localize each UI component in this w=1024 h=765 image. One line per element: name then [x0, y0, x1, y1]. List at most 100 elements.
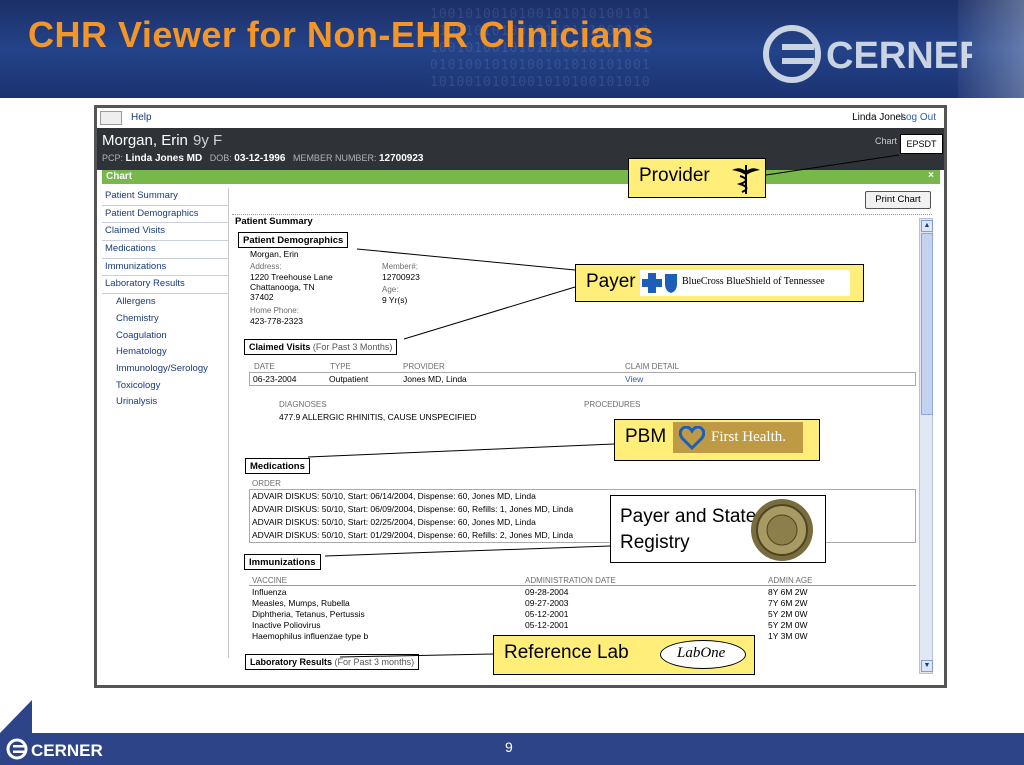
cerner-footer-logo: CERNER	[6, 738, 103, 760]
nav-claimed-visits[interactable]: Claimed Visits	[102, 223, 228, 242]
current-user: Linda Jones	[852, 112, 906, 123]
chart-navigation: Patient Summary Patient Demographics Cla…	[102, 188, 229, 658]
nav-chemistry[interactable]: Chemistry	[102, 311, 228, 328]
divider	[232, 214, 932, 215]
age-value: 9 Yr(s)	[382, 295, 408, 305]
reference-lab-callout-label: Reference Lab	[504, 642, 629, 663]
logout-link[interactable]: Log Out	[900, 112, 936, 123]
medication-row: ADVAIR DISKUS: 50/10, Start: 06/14/2004,…	[252, 491, 536, 501]
window-icon[interactable]	[100, 111, 122, 125]
member-label: Member#:	[382, 262, 419, 271]
visit-view-link[interactable]: View	[625, 374, 643, 384]
nav-urinalysis[interactable]: Urinalysis	[102, 394, 228, 411]
state-registry-callout-label: Payer and State Registry	[620, 506, 757, 553]
caduceus-icon	[732, 165, 760, 194]
member-value: 12700923	[382, 272, 420, 282]
diagnosis-value: 477.9 ALLERGIC RHINITIS, CAUSE UNSPECIFI…	[279, 412, 477, 422]
nav-immunology-serology[interactable]: Immunology/Serology	[102, 361, 228, 378]
header-photo-figure	[958, 0, 1024, 98]
nav-immunizations[interactable]: Immunizations	[102, 259, 228, 277]
member-number-value: 12700923	[378, 153, 424, 164]
scroll-up-icon[interactable]: ▲	[921, 220, 933, 232]
chr-viewer-window: Help Linda Jones Log Out Morgan, Erin 9y…	[94, 105, 947, 688]
chart-button[interactable]: Chart	[875, 136, 897, 146]
lab-results-title: Laboratory Results	[250, 657, 333, 667]
visit-provider: Jones MD, Linda	[403, 374, 467, 384]
slide-footer: CERNER 9	[0, 733, 1024, 765]
vaccine-name: Influenza	[252, 587, 287, 597]
nav-hematology[interactable]: Hematology	[102, 344, 228, 361]
heart-icon	[679, 426, 705, 450]
payer-callout: Payer BlueCross BlueShield of Tennessee	[575, 264, 864, 302]
state-registry-callout: Payer and State Registry	[610, 495, 826, 563]
vaccine-date: 05-12-2001	[525, 620, 569, 630]
vaccine-date: 09-28-2004	[525, 587, 569, 597]
bcbs-logo-text: BlueCross BlueShield of Tennessee	[682, 276, 825, 287]
nav-toxicology[interactable]: Toxicology	[102, 378, 228, 395]
payer-callout-label: Payer	[586, 271, 636, 292]
demographics-heading: Patient Demographics	[238, 232, 349, 248]
age-label: Age:	[382, 285, 399, 294]
first-health-logo-text: First Health.	[711, 429, 786, 445]
divider	[249, 585, 916, 586]
medication-row: ADVAIR DISKUS: 50/10, Start: 01/29/2004,…	[252, 530, 574, 540]
vaccine-date: 05-12-2001	[525, 609, 569, 619]
summary-title: Patient Summary	[235, 216, 313, 227]
pbm-callout-label: PBM	[625, 426, 667, 447]
lab-results-note: (For Past 3 months)	[334, 657, 415, 667]
provider-callout-label: Provider	[639, 165, 710, 186]
medications-heading: Medications	[245, 458, 310, 474]
vaccine-age: 1Y 3M 0W	[768, 631, 808, 641]
page-number: 9	[505, 739, 513, 755]
slide-header: 1001010010100101010100101 01001010100101…	[0, 0, 1024, 98]
bcbs-logo: BlueCross BlueShield of Tennessee	[640, 270, 850, 296]
col-vaccine: VACCINE	[252, 576, 287, 585]
chart-content: Print Chart Patient Summary Patient Demo…	[232, 188, 932, 678]
medication-row: ADVAIR DISKUS: 50/10, Start: 02/25/2004,…	[252, 517, 536, 527]
patient-banner: Morgan, Erin 9y F PCP: Linda Jones MD DO…	[97, 128, 944, 170]
address-label: Address:	[250, 262, 282, 271]
footer-wedge	[0, 700, 32, 733]
vaccine-date: 09-27-2003	[525, 598, 569, 608]
vaccine-name: Inactive Poliovirus	[252, 620, 321, 630]
nav-laboratory-results[interactable]: Laboratory Results	[102, 276, 228, 295]
nav-patient-summary[interactable]: Patient Summary	[102, 188, 228, 206]
print-chart-button[interactable]: Print Chart	[865, 191, 931, 209]
pbm-callout: PBM First Health.	[614, 419, 820, 461]
col-provider: PROVIDER	[403, 362, 445, 371]
vaccine-name: Diphtheria, Tetanus, Pertussis	[252, 609, 365, 619]
nav-coagulation[interactable]: Coagulation	[102, 328, 228, 345]
demo-name: Morgan, Erin	[250, 249, 299, 259]
help-link[interactable]: Help	[131, 112, 152, 123]
col-claim-detail: CLAIM DETAIL	[625, 362, 680, 371]
nav-patient-demographics[interactable]: Patient Demographics	[102, 206, 228, 224]
labone-logo-text: LabOne	[677, 645, 726, 661]
nav-medications[interactable]: Medications	[102, 241, 228, 259]
reference-lab-callout: Reference Lab LabOne	[493, 635, 755, 675]
claimed-visits-heading: Claimed Visits (For Past 3 Months)	[244, 339, 398, 355]
patient-details-line: PCP: Linda Jones MD DOB: 03-12-1996 MEMB…	[102, 153, 423, 164]
medication-row: ADVAIR DISKUS: 50/10, Start: 06/09/2004,…	[252, 504, 574, 514]
close-icon[interactable]: ×	[928, 170, 934, 181]
address-line-2: Chattanooga, TN	[250, 282, 315, 292]
epsdt-button[interactable]: EPSDT	[900, 134, 943, 154]
visit-type: Outpatient	[329, 374, 369, 384]
labone-logo: LabOne	[660, 640, 746, 669]
procedures-label: PROCEDURES	[584, 400, 641, 409]
slide-title: CHR Viewer for Non-EHR Clinicians	[28, 14, 654, 55]
state-seal-icon	[751, 499, 813, 561]
col-administration-date: ADMINISTRATION DATE	[525, 576, 616, 585]
chart-tab-label: Chart	[106, 171, 133, 182]
first-health-logo: First Health.	[673, 422, 803, 453]
claimed-visits-title: Claimed Visits	[249, 342, 311, 352]
scroll-down-icon[interactable]: ▼	[921, 660, 933, 672]
dob-label: DOB:	[209, 153, 232, 163]
address-line-1: 1220 Treehouse Lane	[250, 272, 333, 282]
member-number-label: MEMBER NUMBER:	[292, 153, 377, 163]
nav-allergens[interactable]: Allergens	[102, 294, 228, 311]
immunizations-heading: Immunizations	[244, 554, 321, 570]
cerner-header-logo: CERNER	[763, 25, 972, 83]
address-line-3: 37402	[250, 292, 274, 302]
content-scrollbar[interactable]: ▲ ▼	[919, 218, 933, 674]
scroll-thumb[interactable]	[921, 233, 933, 415]
